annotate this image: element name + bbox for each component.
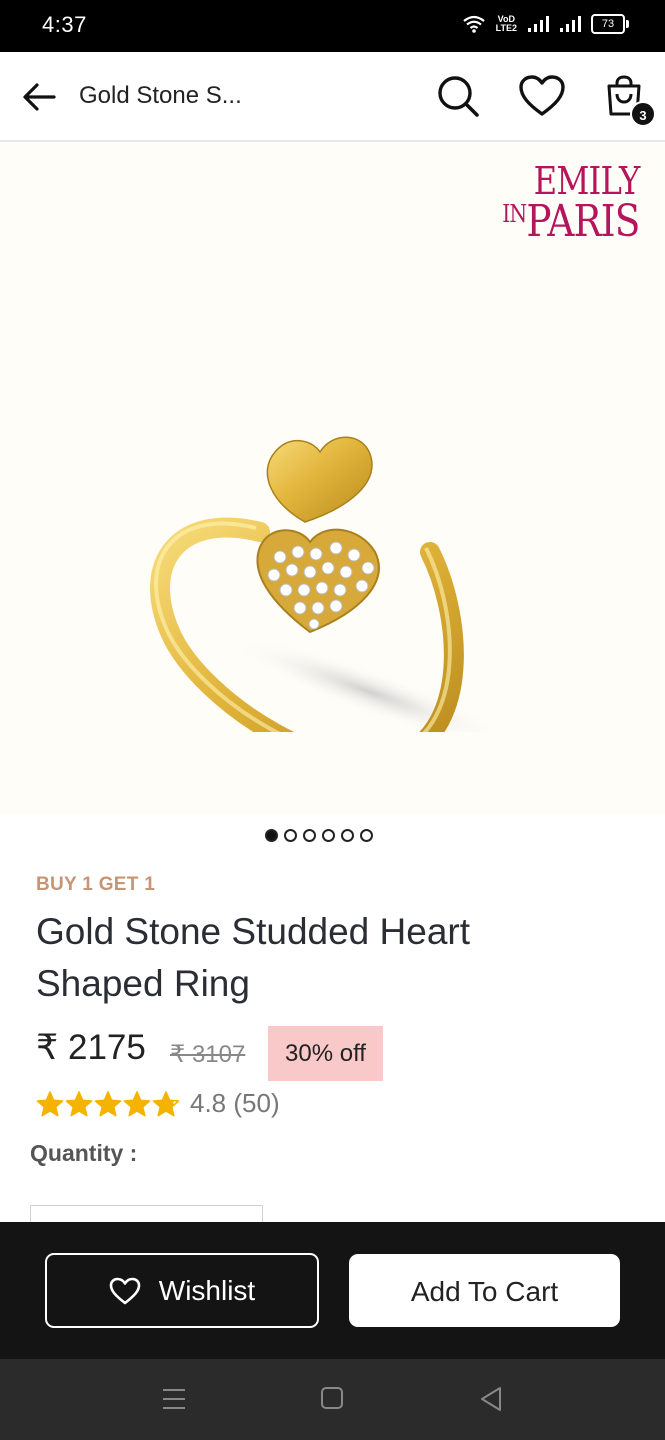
product-price: ₹ 2175 (36, 1028, 146, 1067)
app-header: Gold Stone S... 3 (0, 52, 665, 142)
product-ring-image (150, 436, 500, 732)
product-title: Gold Stone Studded Heart Shaped Ring (36, 911, 471, 1004)
system-nav-bar (0, 1359, 665, 1440)
star-filled-icon (36, 1090, 64, 1116)
back-triangle-icon[interactable] (479, 1386, 503, 1412)
star-rating (36, 1090, 180, 1118)
star-filled-icon (123, 1090, 151, 1116)
star-half-icon (152, 1090, 180, 1116)
status-icons: VoD LTE2 73 (462, 14, 629, 34)
heart-outline-icon (109, 1277, 141, 1304)
star-filled-icon (65, 1090, 93, 1116)
original-price: ₹ 3107 (170, 1041, 246, 1068)
rating[interactable]: 4.8 (50) (36, 1088, 280, 1119)
offer-tag: BUY 1 GET 1 (36, 874, 156, 895)
rating-text: 4.8 (50) (190, 1088, 280, 1118)
battery-icon: 73 (591, 14, 629, 34)
carousel-indicator (265, 829, 373, 842)
recent-apps-icon[interactable] (162, 1386, 186, 1412)
wishlist-button[interactable]: Wishlist (45, 1253, 319, 1328)
wifi-icon (462, 15, 485, 33)
heart-icon[interactable] (518, 74, 566, 118)
quantity-label: Quantity : (30, 1140, 138, 1166)
discount-badge: 30% off (268, 1026, 383, 1081)
product-image-carousel[interactable]: EMILY INPARIS (0, 142, 665, 814)
carousel-dot[interactable] (341, 829, 354, 842)
cart-count-badge: 3 (630, 101, 656, 127)
carousel-dot[interactable] (303, 829, 316, 842)
add-to-cart-button[interactable]: Add To Cart (349, 1254, 620, 1327)
bottom-action-bar: Wishlist Add To Cart (0, 1222, 665, 1359)
carousel-dot[interactable] (265, 829, 278, 842)
volte-indicator: VoD LTE2 (495, 14, 517, 33)
wishlist-label: Wishlist (158, 1274, 256, 1306)
signal-icon (528, 16, 549, 32)
star-filled-icon (94, 1090, 122, 1116)
page-title: Gold Stone S... (79, 82, 242, 109)
back-arrow-icon[interactable] (20, 78, 58, 116)
status-time: 4:37 (42, 12, 87, 37)
carousel-dot[interactable] (284, 829, 297, 842)
brand-logo: EMILY INPARIS (501, 159, 640, 247)
signal-icon-2 (560, 16, 581, 32)
status-bar: 4:37 VoD LTE2 73 (0, 0, 665, 52)
carousel-dot[interactable] (322, 829, 335, 842)
home-icon[interactable] (321, 1387, 343, 1409)
search-icon[interactable] (436, 74, 480, 118)
carousel-dot[interactable] (360, 829, 373, 842)
